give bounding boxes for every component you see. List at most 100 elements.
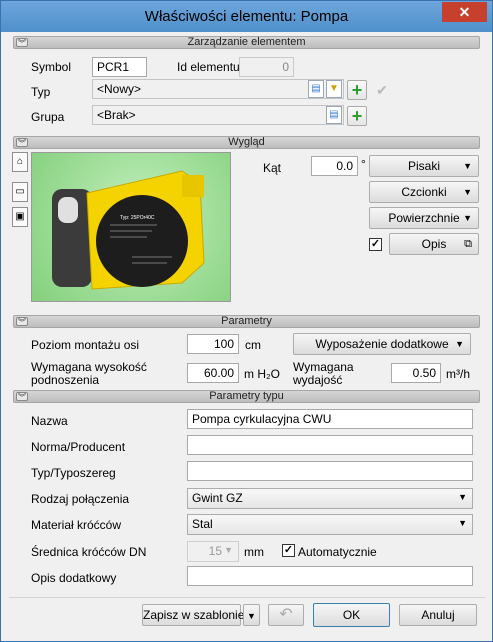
pens-label: Pisaki xyxy=(407,159,440,173)
extra-description-input[interactable] xyxy=(187,566,473,586)
auto-diameter-label: Automatycznie xyxy=(298,545,377,559)
type-select-icon[interactable]: ▤ xyxy=(308,80,324,98)
cancel-label: Anuluj xyxy=(421,608,455,622)
description-checkbox[interactable]: ✓ xyxy=(369,238,382,251)
group-label: Grupa xyxy=(31,110,65,124)
material-value: Stal xyxy=(192,517,213,531)
type-save-icon[interactable]: ▼ xyxy=(326,80,342,98)
dropdown-arrow-icon: ▼ xyxy=(463,187,472,197)
pump-illustration: Typ: 25POr40C xyxy=(52,170,205,290)
material-select[interactable]: Stal ▼ xyxy=(187,514,473,535)
element-id-field: 0 xyxy=(239,57,294,77)
dialog-window: Właściwości elementu: Pompa ✕ ︾ Zarządza… xyxy=(0,0,493,642)
save-template-button[interactable]: Zapisz w szablonie xyxy=(142,604,245,626)
title-bar[interactable]: Właściwości elementu: Pompa ✕ xyxy=(1,1,492,32)
head-label-line2: podnoszenia xyxy=(31,373,100,387)
surfaces-label: Powierzchnie xyxy=(388,211,460,225)
section-header-appearance[interactable]: ︾ Wygląd xyxy=(13,136,480,149)
fonts-button[interactable]: Czcionki ▼ xyxy=(369,181,479,203)
dropdown-arrow-icon: ▼ xyxy=(455,339,464,349)
pump-front-disc xyxy=(96,195,188,287)
add-type-button[interactable]: + xyxy=(347,80,367,100)
section-header-parameters[interactable]: ︾ Parametry xyxy=(13,315,480,328)
mount-level-unit: cm xyxy=(245,338,261,352)
collapse-chevron-icon[interactable]: ︾ xyxy=(16,138,28,148)
angle-input[interactable]: 0.0 xyxy=(311,156,358,176)
diameter-value: 15 xyxy=(208,544,222,558)
dropdown-arrow-icon: ▼ xyxy=(458,518,467,528)
confirm-type-icon: ✔ xyxy=(376,82,388,98)
ok-button[interactable]: OK xyxy=(313,603,390,627)
producer-input[interactable] xyxy=(187,435,473,455)
flow-label-line2: wydajość xyxy=(293,373,343,387)
open-external-icon: ⧉ xyxy=(464,238,472,250)
section-title: Zarządzanie elementem xyxy=(187,36,306,48)
symbol-input[interactable]: PCR1 xyxy=(92,57,147,77)
undo-button[interactable]: ↶ xyxy=(268,604,304,626)
group-select-icon[interactable]: ▤ xyxy=(326,106,342,124)
description-button[interactable]: Opis ⧉ xyxy=(389,233,479,255)
view-iso-icon[interactable]: ▣ xyxy=(12,207,28,227)
section-title: Parametry typu xyxy=(209,390,284,402)
section-header-type-parameters[interactable]: ︾ Parametry typu xyxy=(13,390,480,403)
connection-select[interactable]: Gwint GZ ▼ xyxy=(187,488,473,509)
mount-level-label: Poziom montażu osi xyxy=(31,338,140,352)
name-input[interactable]: Pompa cyrkulacyjna CWU xyxy=(187,409,473,429)
flow-unit: m³/h xyxy=(446,367,470,381)
collapse-chevron-icon[interactable]: ︾ xyxy=(16,317,28,327)
diameter-unit: mm xyxy=(244,545,264,559)
group-field[interactable]: <Brak> xyxy=(92,105,344,125)
producer-label: Norma/Producent xyxy=(31,440,126,454)
flow-label: Wymagana xyxy=(293,360,354,374)
diameter-select: 15 ▼ xyxy=(187,541,239,562)
section-title: Wygląd xyxy=(228,136,265,148)
connection-value: Gwint GZ xyxy=(192,491,243,505)
material-label: Materiał króćców xyxy=(31,518,122,532)
section-header-management[interactable]: ︾ Zarządzanie elementem xyxy=(13,36,480,49)
collapse-chevron-icon[interactable]: ︾ xyxy=(16,392,28,402)
dropdown-arrow-icon: ▼ xyxy=(463,161,472,171)
degree-unit: ° xyxy=(361,157,366,171)
collapse-chevron-icon[interactable]: ︾ xyxy=(16,38,28,48)
pump-switch xyxy=(58,197,78,223)
save-template-menu-button[interactable]: ▼ xyxy=(243,604,260,626)
undo-icon: ↶ xyxy=(279,606,293,623)
add-group-button[interactable]: + xyxy=(347,106,367,126)
dropdown-arrow-icon: ▼ xyxy=(224,545,233,555)
pump-type-label: Typ: 25POr40C xyxy=(120,215,155,221)
pens-button[interactable]: Pisaki ▼ xyxy=(369,155,479,177)
series-label: Typ/Typoszereg xyxy=(31,466,116,480)
series-input[interactable] xyxy=(187,461,473,481)
pump-port xyxy=(182,175,204,197)
extra-equipment-button[interactable]: Wyposażenie dodatkowe ▼ xyxy=(293,333,471,355)
flow-input[interactable]: 0.50 xyxy=(391,363,441,383)
surfaces-button[interactable]: Powierzchnie ▼ xyxy=(369,207,479,229)
dropdown-arrow-icon: ▼ xyxy=(463,213,472,223)
type-value: <Nowy> xyxy=(97,82,142,96)
head-unit: m H₂O xyxy=(244,367,280,381)
view-2d-icon[interactable]: ▭ xyxy=(12,182,28,202)
group-value: <Brak> xyxy=(97,108,136,122)
auto-diameter-checkbox[interactable]: ✓ xyxy=(282,544,295,557)
ok-label: OK xyxy=(342,608,361,622)
window-title: Właściwości elementu: Pompa xyxy=(144,8,349,25)
extra-equipment-label: Wyposażenie dodatkowe xyxy=(315,337,449,351)
element-preview-image: Typ: 25POr40C xyxy=(31,152,231,302)
type-label: Typ xyxy=(31,85,51,99)
save-template-label: Zapisz w szablonie xyxy=(143,608,245,622)
mount-level-input[interactable]: 100 xyxy=(187,334,239,354)
fonts-label: Czcionki xyxy=(401,185,447,199)
head-input[interactable]: 60.00 xyxy=(187,363,239,383)
view-3d-icon[interactable]: ⌂ xyxy=(12,152,28,172)
extra-description-label: Opis dodatkowy xyxy=(31,571,117,585)
diameter-label: Średnica króćców DN xyxy=(31,545,147,559)
connection-label: Rodzaj połączenia xyxy=(31,492,130,506)
angle-label: Kąt xyxy=(263,161,282,175)
dropdown-arrow-icon: ▼ xyxy=(458,492,467,502)
cancel-button[interactable]: Anuluj xyxy=(399,604,477,626)
name-label: Nazwa xyxy=(31,414,68,428)
dropdown-arrow-icon: ▼ xyxy=(247,611,256,621)
head-label: Wymagana wysokość xyxy=(31,360,147,374)
close-button[interactable]: ✕ xyxy=(442,2,487,22)
type-field[interactable]: <Nowy> xyxy=(92,79,344,99)
